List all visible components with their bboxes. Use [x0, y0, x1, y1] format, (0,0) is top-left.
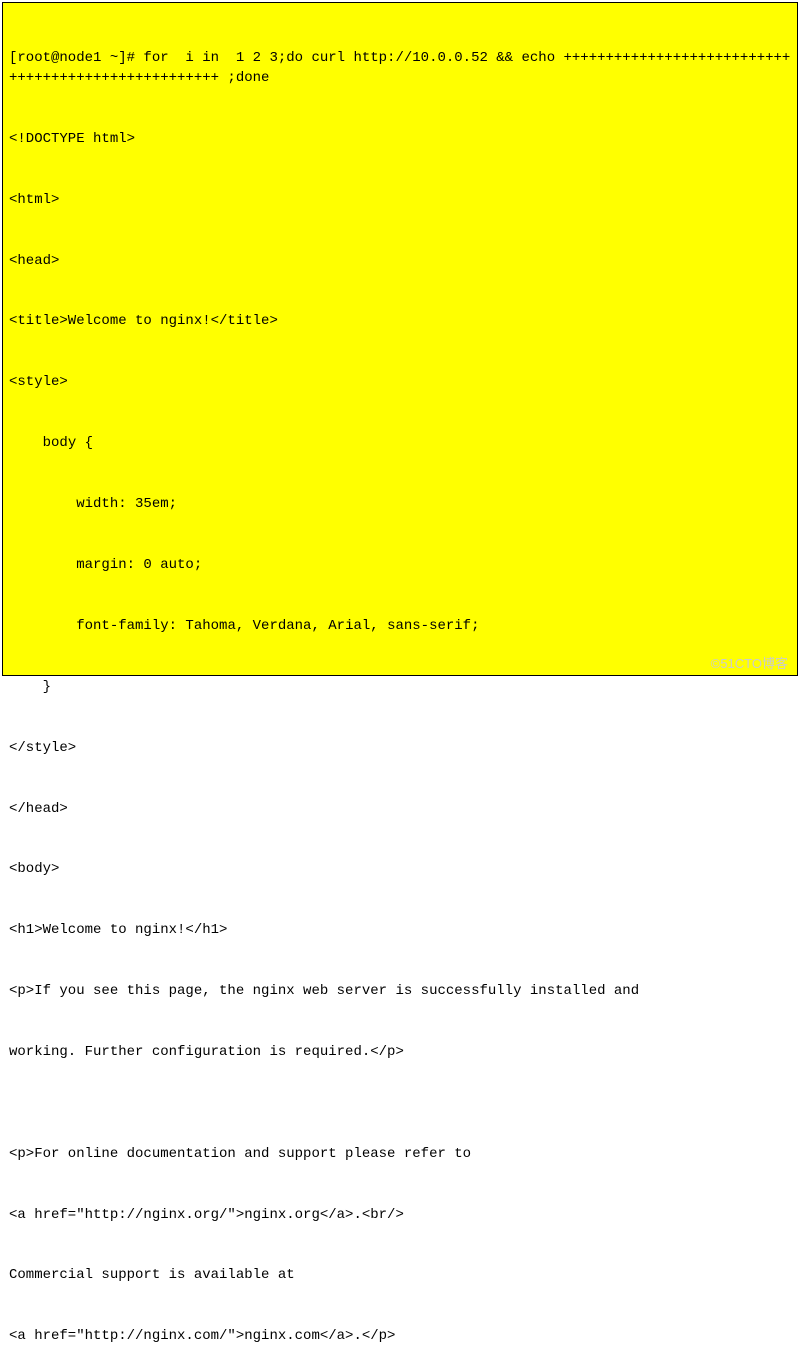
- terminal-output-line: <style>: [9, 372, 791, 392]
- terminal-output-line: </head>: [9, 799, 791, 819]
- terminal-output-line: body {: [9, 433, 791, 453]
- terminal-output-line: <head>: [9, 251, 791, 271]
- terminal-output-line: </style>: [9, 738, 791, 758]
- terminal-output-line: working. Further configuration is requir…: [9, 1042, 791, 1062]
- terminal-output-line: <body>: [9, 859, 791, 879]
- terminal-output-line: <a href="http://nginx.com/">nginx.com</a…: [9, 1326, 791, 1346]
- terminal-output-line: }: [9, 677, 791, 697]
- terminal-output-line: width: 35em;: [9, 494, 791, 514]
- terminal-output-line: margin: 0 auto;: [9, 555, 791, 575]
- terminal-output-line: font-family: Tahoma, Verdana, Arial, san…: [9, 616, 791, 636]
- terminal-output-line: <title>Welcome to nginx!</title>: [9, 311, 791, 331]
- terminal-output-line: <a href="http://nginx.org/">nginx.org</a…: [9, 1205, 791, 1225]
- terminal-output-line: Commercial support is available at: [9, 1265, 791, 1285]
- terminal-output-line: [root@node1 ~]# for i in 1 2 3;do curl h…: [9, 48, 791, 89]
- terminal-output-line: <p>For online documentation and support …: [9, 1144, 791, 1164]
- terminal-window[interactable]: [root@node1 ~]# for i in 1 2 3;do curl h…: [2, 2, 798, 676]
- terminal-output-line: <p>If you see this page, the nginx web s…: [9, 981, 791, 1001]
- terminal-output-line: <h1>Welcome to nginx!</h1>: [9, 920, 791, 940]
- terminal-output-line: <html>: [9, 190, 791, 210]
- terminal-output-line: <!DOCTYPE html>: [9, 129, 791, 149]
